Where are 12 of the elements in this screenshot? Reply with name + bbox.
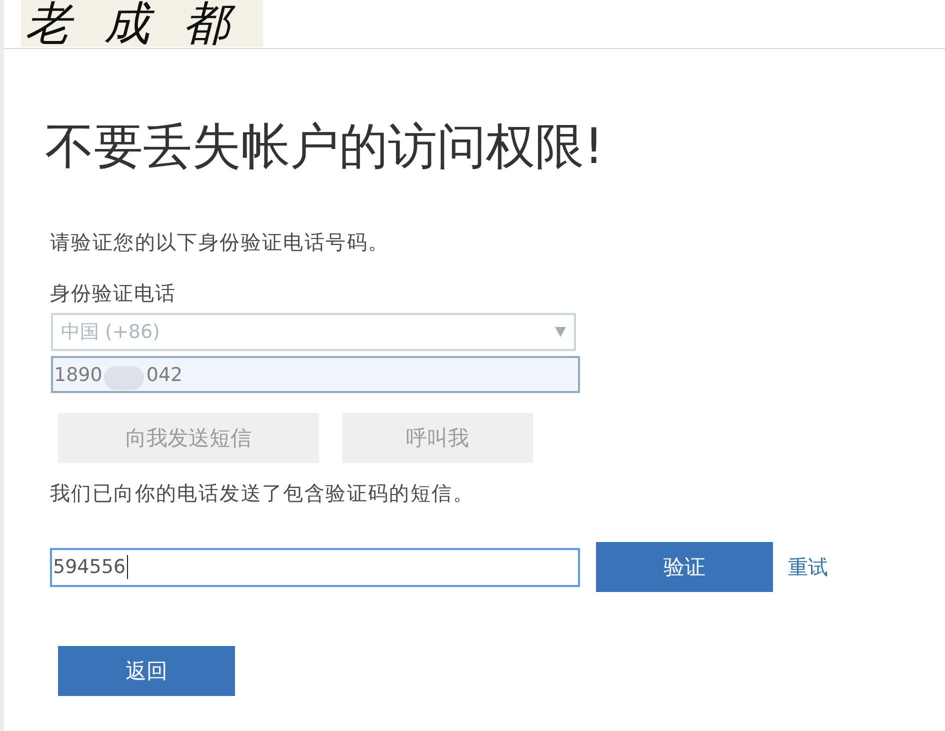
- dropdown-arrow-icon: [555, 327, 566, 337]
- page-title: 不要丢失帐户的访问权限!: [45, 117, 604, 177]
- logo: 老成都: [21, 0, 263, 47]
- text-cursor: [126, 555, 128, 579]
- sent-message: 我们已向你的电话发送了包含验证码的短信。: [50, 480, 474, 507]
- field-label: 身份验证电话: [50, 280, 176, 307]
- phone-field[interactable]: 1890 042: [51, 356, 580, 393]
- back-button[interactable]: 返回: [58, 646, 235, 696]
- code-field[interactable]: 594556: [50, 548, 580, 586]
- instruction-text: 请验证您的以下身份验证电话号码。: [50, 229, 390, 256]
- retry-link[interactable]: 重试: [788, 554, 828, 580]
- verify-button[interactable]: 验证: [596, 542, 773, 592]
